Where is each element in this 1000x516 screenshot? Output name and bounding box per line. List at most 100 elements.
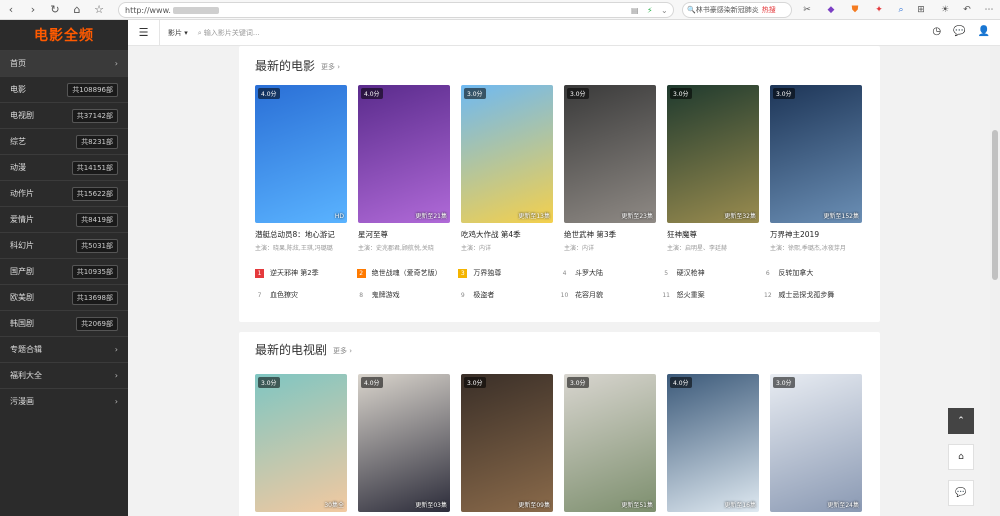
rank-item[interactable]: 6 反转加拿大	[763, 268, 865, 278]
sidebar-item[interactable]: 福利大全 ›	[0, 362, 128, 388]
poster-image[interactable]: 3.0分 更新至51集	[564, 374, 656, 512]
reader-icon[interactable]: ▤	[631, 6, 639, 15]
tv-card[interactable]: 3.0分 30集全	[255, 374, 347, 512]
movie-card[interactable]: 3.0分 更新至13集 吃鸡大作战 第4季 主演：内详	[461, 85, 553, 252]
hot-badge: 热搜	[761, 6, 776, 14]
rank-item[interactable]: 5 硬汉枪神	[662, 268, 764, 278]
back-to-top-button[interactable]: ⌃	[948, 408, 974, 434]
poster-image[interactable]: 3.0分 更新至152集	[770, 85, 862, 223]
rank-number: 1	[255, 268, 264, 278]
rank-item[interactable]: 2 绝世战魂（爱奇艺版）	[356, 268, 459, 278]
sidebar-item[interactable]: 电影 共108896部	[0, 76, 128, 102]
sidebar-item[interactable]: 首页 ›	[0, 50, 128, 76]
speed-icon[interactable]: ⚡	[647, 6, 653, 15]
home-float-button[interactable]: ⌂	[948, 444, 974, 470]
movie-card[interactable]: 3.0分 更新至152集 万界神主2019 主演：徐熙,季璐杰,冰夜芽月	[770, 85, 862, 252]
rank-item[interactable]: 7 血色獠灾	[255, 290, 357, 300]
movie-card[interactable]: 4.0分 更新至21集 星河至尊 主演：史兆郡君,顾航悦,关晓	[358, 85, 450, 252]
tv-card[interactable]: 4.0分 更新至16集	[667, 374, 759, 512]
back-icon[interactable]: ‹	[0, 0, 22, 20]
card-title[interactable]: 绝世武神 第3季	[564, 229, 656, 240]
movie-card[interactable]: 3.0分 更新至23集 绝世武神 第3季 主演：内详	[564, 85, 656, 252]
history-clock-icon[interactable]: ◷	[932, 26, 941, 37]
sidebar-item[interactable]: 国产剧 共10935部	[0, 258, 128, 284]
sidebar-item-label: 首页	[10, 59, 26, 68]
poster-image[interactable]: 3.0分 30集全	[255, 374, 347, 512]
home-icon: ⌂	[958, 452, 964, 462]
bookmark-star-icon[interactable]: ☆	[88, 0, 110, 20]
sidebar-item[interactable]: 专题合辑 ›	[0, 336, 128, 362]
user-icon[interactable]: 👤	[978, 26, 990, 37]
sidebar-item[interactable]: 爱情片 共8419部	[0, 206, 128, 232]
comment-float-button[interactable]: 💬	[948, 480, 974, 506]
sidebar-item[interactable]: 欧美剧 共13698部	[0, 284, 128, 310]
rank-item[interactable]: 12 威士忌探戈孤步舞	[763, 290, 865, 300]
movie-card[interactable]: 4.0分 HD 潜艇总动员8：地心游记 主演：晓果,陈炫,王琪,冯璐璐	[255, 85, 347, 252]
type-select[interactable]: 影片 ▾	[168, 28, 188, 38]
rank-item[interactable]: 11 怒火重案	[662, 290, 764, 300]
scrollbar-thumb[interactable]	[992, 130, 998, 280]
hamburger-menu-icon[interactable]: ☰	[128, 19, 160, 46]
sidebar-item[interactable]: 污漫画 ›	[0, 388, 128, 414]
episode-status: HD	[334, 213, 344, 220]
card-title[interactable]: 潜艇总动员8：地心游记	[255, 229, 347, 240]
rank-list: 1 逆天邪神 第2季 2 绝世战魂（爱奇艺版） 3 万界独尊 4 斗罗大陆 5 硬汉枪神 6 反转加拿…	[255, 268, 865, 300]
card-title[interactable]: 狂神魔尊	[667, 229, 759, 240]
reload-icon[interactable]: ↻	[44, 0, 66, 20]
rank-item[interactable]: 1 逆天邪神 第2季	[255, 268, 357, 278]
tv-card[interactable]: 3.0分 更新至51集	[564, 374, 656, 512]
movie-card[interactable]: 3.0分 更新至32集 狂神魔尊 主演：启明星、李廷赫	[667, 85, 759, 252]
rank-number: 5	[664, 269, 669, 277]
poster-image[interactable]: 3.0分 更新至13集	[461, 85, 553, 223]
dropdown-icon[interactable]: ⌄	[661, 6, 668, 15]
more-link[interactable]: 更多 ›	[321, 62, 340, 72]
poster-image[interactable]: 3.0分 更新至09集	[461, 374, 553, 512]
tv-card[interactable]: 4.0分 更新至03集	[358, 374, 450, 512]
poster-image[interactable]: 4.0分 更新至16集	[667, 374, 759, 512]
poster-image[interactable]: 4.0分 HD	[255, 85, 347, 223]
scissors-icon[interactable]: ✂	[800, 3, 814, 17]
sidebar-item[interactable]: 综艺 共8231部	[0, 128, 128, 154]
magnify-icon[interactable]: ⌕	[894, 3, 908, 17]
rank-item[interactable]: 4 斗罗大陆	[560, 268, 662, 278]
poster-image[interactable]: 3.0分 更新至32集	[667, 85, 759, 223]
sidebar-item[interactable]: 动作片 共15622部	[0, 180, 128, 206]
forward-icon[interactable]: ›	[22, 0, 44, 20]
sidebar-item[interactable]: 科幻片 共5031部	[0, 232, 128, 258]
sidebar-item[interactable]: 电视剧 共37142部	[0, 102, 128, 128]
shield-icon[interactable]: ⛊	[848, 3, 862, 17]
rank-item[interactable]: 10 花容月貌	[560, 290, 662, 300]
undo-icon[interactable]: ↶	[960, 3, 974, 17]
menu-dots-icon[interactable]: ⋯	[982, 3, 996, 17]
poster-image[interactable]: 4.0分 更新至03集	[358, 374, 450, 512]
tv-card[interactable]: 3.0分 更新至24集	[770, 374, 862, 512]
site-logo[interactable]: 电影全频	[0, 20, 128, 50]
rank-item[interactable]: 9 极盗者	[458, 290, 560, 300]
search-input[interactable]: ⌕ 输入影片关键词...	[198, 28, 260, 38]
poster-image[interactable]: 3.0分 更新至23集	[564, 85, 656, 223]
home-icon[interactable]: ⌂	[66, 0, 88, 20]
rank-item[interactable]: 8 鬼牌游戏	[357, 290, 459, 300]
card-title[interactable]: 星河至尊	[358, 229, 450, 240]
poster-image[interactable]: 4.0分 更新至21集	[358, 85, 450, 223]
sidebar-item[interactable]: 韩国剧 共2069部	[0, 310, 128, 336]
episode-status: 更新至51集	[621, 502, 653, 509]
count-badge: 共13698部	[71, 290, 118, 305]
sidebar-item[interactable]: 动漫 共14151部	[0, 154, 128, 180]
brightness-icon[interactable]: ☀	[938, 3, 952, 17]
more-link[interactable]: 更多 ›	[333, 346, 352, 356]
poster-image[interactable]: 3.0分 更新至24集	[770, 374, 862, 512]
tv-card[interactable]: 3.0分 更新至09集	[461, 374, 553, 512]
grid-icon[interactable]: ⊞	[914, 3, 928, 17]
rank-number: 3	[458, 268, 468, 278]
fox-icon[interactable]: ✦	[872, 3, 886, 17]
message-icon[interactable]: 💬	[953, 26, 965, 37]
rank-item[interactable]: 3 万界独尊	[458, 268, 560, 278]
card-title[interactable]: 吃鸡大作战 第4季	[461, 229, 553, 240]
scrollbar[interactable]	[990, 46, 1000, 516]
card-title[interactable]: 万界神主2019	[770, 229, 862, 240]
browser-search-box[interactable]: 🔍 林书豪感染新冠肺炎 热搜	[682, 2, 792, 18]
rank-number: 4	[562, 269, 567, 277]
address-bar[interactable]: http://www. ▤ ⚡ ⌄	[118, 2, 674, 18]
extension-icon[interactable]: ◆	[824, 3, 838, 17]
